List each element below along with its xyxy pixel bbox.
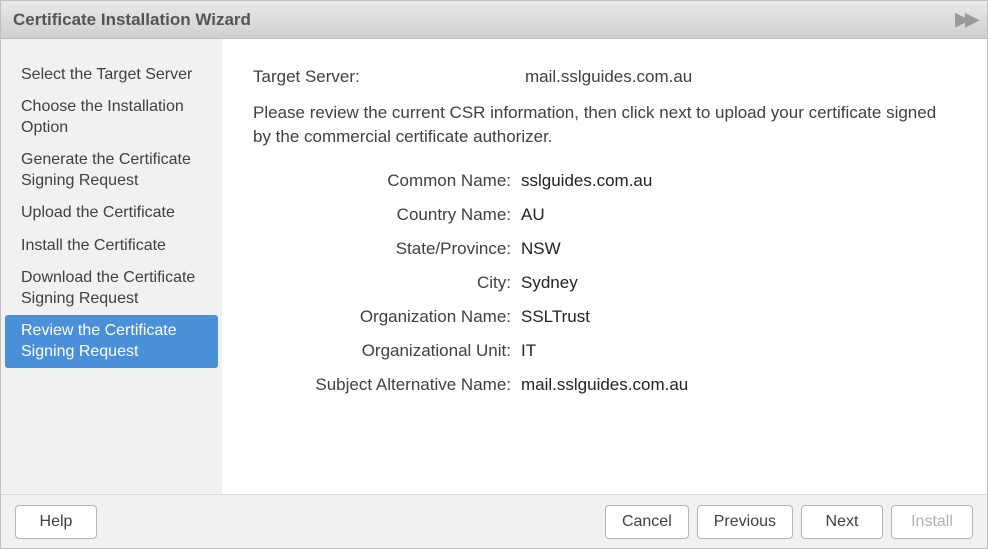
csr-fields: Common Name: sslguides.com.au Country Na…: [253, 171, 957, 395]
field-subject-alternative-name: Subject Alternative Name: mail.sslguides…: [253, 375, 957, 395]
field-label: Organizational Unit:: [253, 341, 517, 361]
field-label: Country Name:: [253, 205, 517, 225]
field-common-name: Common Name: sslguides.com.au: [253, 171, 957, 191]
wizard-window: Certificate Installation Wizard ▶▶ Selec…: [0, 0, 988, 549]
field-country-name: Country Name: AU: [253, 205, 957, 225]
field-value: sslguides.com.au: [517, 171, 652, 191]
cancel-button[interactable]: Cancel: [605, 505, 689, 539]
step-label: Select the Target Server: [21, 66, 192, 83]
step-download-csr[interactable]: Download the Certificate Signing Request: [1, 262, 222, 315]
content-panel: Target Server: mail.sslguides.com.au Ple…: [223, 39, 987, 494]
field-label: State/Province:: [253, 239, 517, 259]
field-label: Subject Alternative Name:: [253, 375, 517, 395]
body: Select the Target Server Choose the Inst…: [1, 39, 987, 494]
field-value: AU: [517, 205, 545, 225]
field-value: NSW: [517, 239, 561, 259]
window-title: Certificate Installation Wizard: [13, 10, 251, 30]
target-server-label: Target Server:: [253, 67, 525, 87]
step-choose-installation-option[interactable]: Choose the Installation Option: [1, 91, 222, 144]
field-label: Organization Name:: [253, 307, 517, 327]
step-generate-csr[interactable]: Generate the Certificate Signing Request: [1, 144, 222, 197]
expand-icon[interactable]: ▶▶: [955, 9, 975, 30]
step-review-csr[interactable]: Review the Certificate Signing Request: [5, 315, 218, 368]
step-label: Review the Certificate Signing Request: [21, 322, 177, 359]
step-label: Download the Certificate Signing Request: [21, 269, 195, 306]
next-button[interactable]: Next: [801, 505, 883, 539]
step-label: Choose the Installation Option: [21, 98, 184, 135]
field-value: Sydney: [517, 273, 578, 293]
field-label: City:: [253, 273, 517, 293]
field-city: City: Sydney: [253, 273, 957, 293]
instruction-text: Please review the current CSR informatio…: [253, 101, 957, 149]
field-state-province: State/Province: NSW: [253, 239, 957, 259]
field-value: SSLTrust: [517, 307, 590, 327]
step-select-target-server[interactable]: Select the Target Server: [1, 59, 222, 91]
target-server-row: Target Server: mail.sslguides.com.au: [253, 67, 957, 87]
step-upload-certificate[interactable]: Upload the Certificate: [1, 197, 222, 229]
help-button[interactable]: Help: [15, 505, 97, 539]
step-install-certificate[interactable]: Install the Certificate: [1, 230, 222, 262]
field-organization-name: Organization Name: SSLTrust: [253, 307, 957, 327]
target-server-value: mail.sslguides.com.au: [525, 67, 692, 87]
step-label: Upload the Certificate: [21, 204, 175, 221]
step-label: Generate the Certificate Signing Request: [21, 151, 191, 188]
sidebar: Select the Target Server Choose the Inst…: [1, 39, 223, 494]
step-label: Install the Certificate: [21, 237, 166, 254]
footer: Help Cancel Previous Next Install: [1, 494, 987, 548]
titlebar: Certificate Installation Wizard ▶▶: [1, 1, 987, 39]
install-button[interactable]: Install: [891, 505, 973, 539]
field-label: Common Name:: [253, 171, 517, 191]
field-value: IT: [517, 341, 536, 361]
previous-button[interactable]: Previous: [697, 505, 793, 539]
field-organizational-unit: Organizational Unit: IT: [253, 341, 957, 361]
field-value: mail.sslguides.com.au: [517, 375, 688, 395]
